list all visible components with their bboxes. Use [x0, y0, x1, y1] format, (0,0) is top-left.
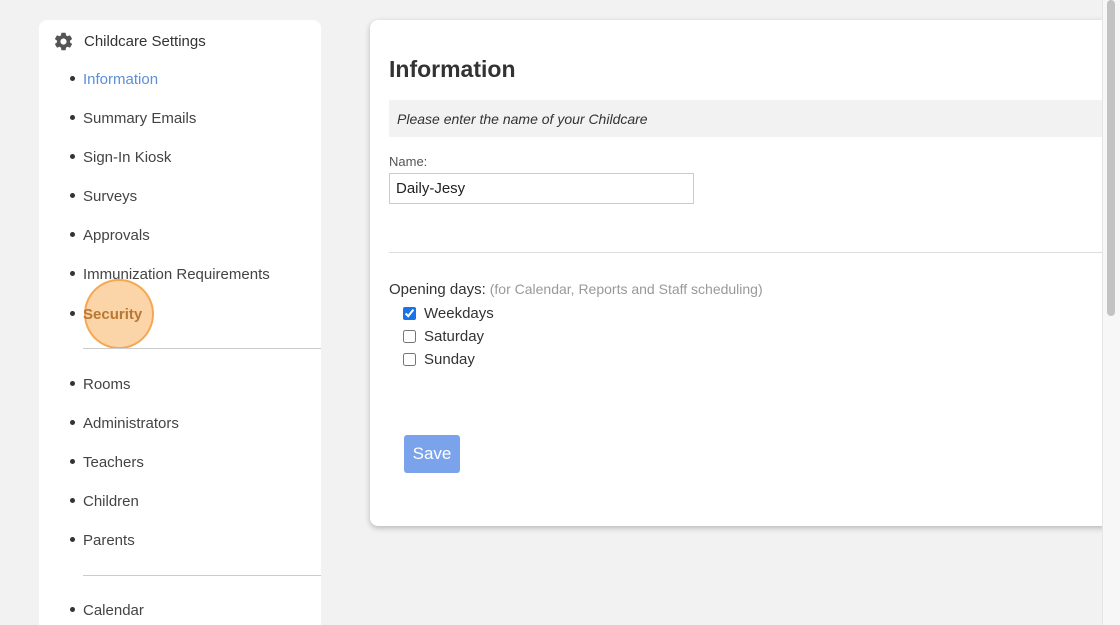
sidebar-item-security[interactable]: Security — [39, 302, 321, 326]
sunday-option: Sunday — [403, 349, 475, 369]
sidebar-item-parents[interactable]: Parents — [39, 528, 321, 552]
saturday-option: Saturday — [403, 326, 484, 346]
section-divider — [389, 252, 1110, 253]
opening-days-label: Opening days: (for Calendar, Reports and … — [389, 281, 763, 298]
saturday-checkbox[interactable] — [403, 329, 416, 343]
bullet — [70, 381, 75, 386]
childcare-name-input[interactable] — [389, 173, 694, 204]
sidebar-item-administrators[interactable]: Administrators — [39, 411, 321, 435]
bullet — [70, 76, 75, 81]
sidebar-item-label: Rooms — [83, 375, 131, 393]
weekdays-option: Weekdays — [403, 303, 494, 323]
gear-icon — [54, 32, 73, 50]
bullet — [70, 115, 75, 120]
sidebar-item-approvals[interactable]: Approvals — [39, 223, 321, 247]
bullet — [70, 311, 75, 316]
name-label: Name: — [389, 154, 428, 169]
page-title: Information — [389, 56, 516, 82]
bullet — [70, 232, 75, 237]
bullet — [70, 420, 75, 425]
sidebar-item-immunization-requirements[interactable]: Immunization Requirements — [39, 262, 321, 286]
sidebar-item-label: Sign-In Kiosk — [83, 148, 172, 166]
weekdays-label: Weekdays — [424, 304, 494, 322]
sidebar-item-calendar[interactable]: Calendar — [39, 598, 321, 622]
sunday-label: Sunday — [424, 350, 475, 368]
sidebar-divider — [83, 575, 321, 576]
sidebar-item-label: Security — [83, 305, 143, 323]
sidebar-item-summary-emails[interactable]: Summary Emails — [39, 106, 321, 130]
sidebar-title: Childcare Settings — [84, 32, 206, 50]
sidebar-item-label: Teachers — [83, 453, 144, 471]
sidebar-item-rooms[interactable]: Rooms — [39, 372, 321, 396]
sidebar-item-label: Children — [83, 492, 139, 510]
info-notice: Please enter the name of your Childcare — [389, 100, 1110, 137]
bullet — [70, 498, 75, 503]
bullet — [70, 154, 75, 159]
sidebar-item-label: Immunization Requirements — [83, 265, 270, 283]
sidebar-item-surveys[interactable]: Surveys — [39, 184, 321, 208]
bullet — [70, 607, 75, 612]
settings-sidebar: Childcare Settings Information Summary E… — [39, 20, 321, 625]
sidebar-item-label: Calendar — [83, 601, 144, 619]
bullet — [70, 193, 75, 198]
sidebar-divider — [83, 348, 321, 349]
saturday-label: Saturday — [424, 327, 485, 345]
sidebar-item-teachers[interactable]: Teachers — [39, 450, 321, 474]
vertical-scrollbar[interactable] — [1102, 0, 1120, 625]
sidebar-header: Childcare Settings — [53, 30, 206, 52]
bullet — [70, 459, 75, 464]
sunday-checkbox[interactable] — [403, 352, 416, 366]
bullet — [70, 537, 75, 542]
weekdays-checkbox[interactable] — [403, 306, 416, 320]
opening-days-hint: (for Calendar, Reports and Staff schedul… — [489, 281, 763, 297]
bullet — [70, 271, 75, 276]
sidebar-item-information[interactable]: Information — [39, 67, 321, 91]
sidebar-item-label: Surveys — [83, 187, 138, 205]
sidebar-item-sign-in-kiosk[interactable]: Sign-In Kiosk — [39, 145, 321, 169]
sidebar-item-children[interactable]: Children — [39, 489, 321, 513]
opening-days-title: Opening days: — [389, 281, 486, 298]
sidebar-item-label: Information — [83, 70, 159, 88]
sidebar-item-label: Summary Emails — [83, 109, 197, 127]
save-button[interactable]: Save — [404, 435, 460, 473]
sidebar-item-label: Parents — [83, 531, 135, 549]
information-card: Information Please enter the name of you… — [370, 20, 1110, 526]
sidebar-item-label: Approvals — [83, 226, 150, 244]
scrollbar-thumb[interactable] — [1107, 0, 1115, 316]
sidebar-item-label: Administrators — [83, 414, 179, 432]
